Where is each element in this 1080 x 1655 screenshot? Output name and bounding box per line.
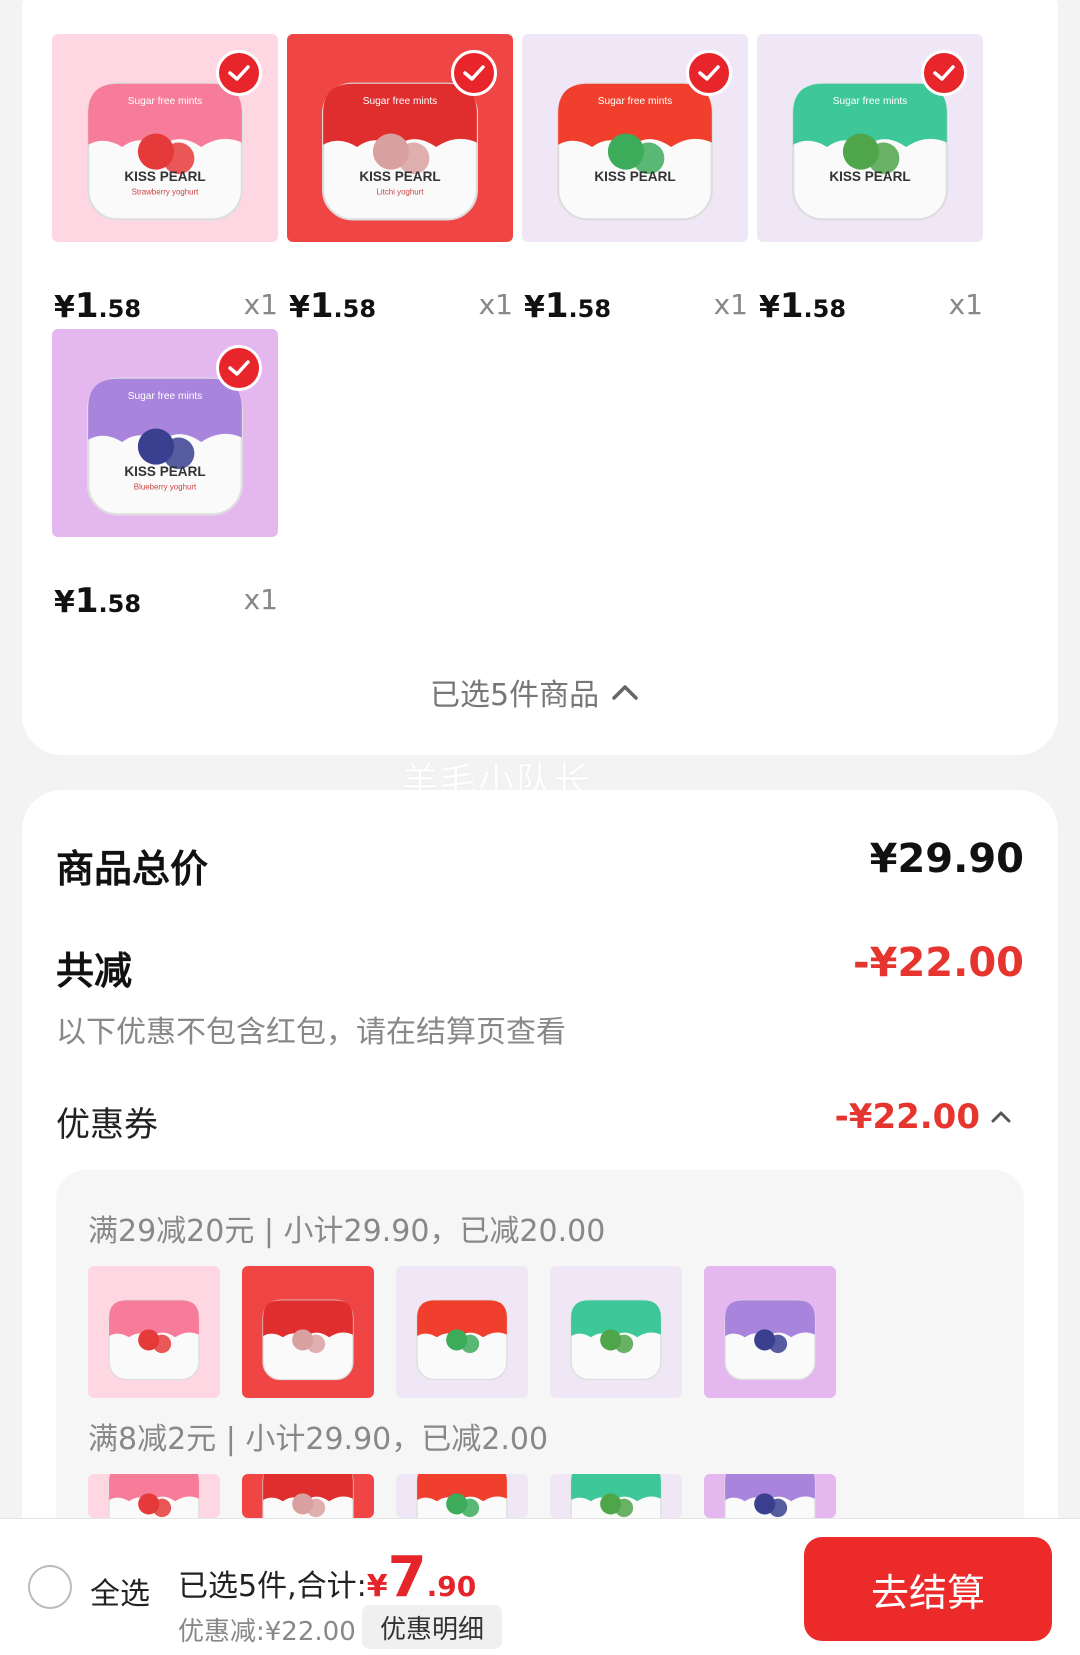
discount-detail-button[interactable]: 优惠明细 — [362, 1605, 503, 1649]
price-int: 1 — [544, 286, 569, 326]
select-all-radio[interactable] — [28, 1565, 72, 1609]
reduce-value: -¥22.00 — [853, 940, 1024, 986]
tin-brand-text: Sugar free mints — [833, 96, 908, 107]
price-dec: .58 — [98, 295, 142, 323]
tin-brand-text: Sugar free mints — [128, 96, 203, 107]
price-yen: ¥ — [54, 585, 75, 620]
chevron-up-icon — [991, 1111, 1011, 1123]
coupon-toggle[interactable]: -¥22.00 — [835, 1097, 1012, 1137]
coupon-label: 优惠券 — [56, 1105, 158, 1145]
discount-note: 以下优惠不包含红包，请在结算页查看 — [56, 1015, 566, 1050]
selected-count-label: 已选5件商品 — [430, 678, 600, 713]
tin-brand-text: Sugar free mints — [598, 96, 673, 107]
checkmark-icon[interactable] — [216, 345, 262, 391]
coupon-product-thumbnail — [242, 1266, 374, 1398]
product-quantity: x1 — [243, 288, 278, 321]
checkmark-icon[interactable] — [921, 50, 967, 96]
product-price: ¥1.58 — [289, 286, 376, 326]
coupon-product-thumbnail — [704, 1474, 836, 1518]
checkout-button[interactable]: 去结算 — [804, 1537, 1052, 1641]
total-label: 商品总价 — [56, 847, 209, 891]
coupon-product-thumbnail — [550, 1474, 682, 1518]
discount-amount: 优惠减:¥22.00 — [178, 1617, 356, 1647]
order-total-dec: .90 — [426, 1570, 477, 1603]
coupon-value: -¥22.00 — [834, 1097, 980, 1137]
coupon-product-thumbnail — [88, 1266, 220, 1398]
coupon-rule-2: 满8减2元 | 小计29.90，已减2.00 — [88, 1422, 549, 1457]
price-yen: ¥ — [289, 290, 310, 325]
tin-brand-text: Sugar free mints — [128, 391, 203, 402]
product-quantity: x1 — [948, 288, 983, 321]
tin-flavor-text: Blueberry yoghurt — [134, 483, 197, 492]
select-all-label[interactable]: 全选 — [90, 1569, 150, 1613]
product-price: ¥1.58 — [759, 286, 846, 326]
tin-flavor-text: Litchi yoghurt — [376, 188, 424, 197]
chevron-up-icon — [612, 685, 638, 700]
price-yen: ¥ — [54, 290, 75, 325]
price-dec: .58 — [333, 295, 377, 323]
tin-name-text: KISS PEARL — [359, 169, 440, 184]
tin-brand-text: Sugar free mints — [363, 96, 438, 107]
price-dec: .58 — [568, 295, 612, 323]
coupon-product-thumbnail — [396, 1266, 528, 1398]
checkout-bar: 全选 已选5件,合计:¥7.90 优惠减:¥22.00 优惠明细 去结算 — [0, 1518, 1080, 1655]
order-total-int: 7 — [387, 1545, 427, 1610]
selected-count-toggle[interactable]: 已选5件商品 — [430, 670, 639, 714]
product-quantity: x1 — [478, 288, 513, 321]
price-int: 1 — [74, 581, 99, 621]
product-quantity: x1 — [243, 583, 278, 616]
product-price: ¥1.58 — [54, 286, 141, 326]
product-price: ¥1.58 — [524, 286, 611, 326]
price-dec: .58 — [803, 295, 847, 323]
tin-name-text: KISS PEARL — [829, 169, 910, 184]
product-item[interactable]: Sugar free mints KISS PEARL Blueberry yogh… — [52, 329, 278, 621]
product-price: ¥1.58 — [54, 581, 141, 621]
product-item[interactable]: Sugar free mints KISS PEARL Strawberry yog… — [52, 34, 278, 326]
product-item[interactable]: Sugar free mints KISS PEARL Litchi yoghurt… — [287, 34, 513, 326]
order-total-currency: ¥ — [366, 1569, 388, 1604]
product-item[interactable]: Sugar free mints KISS PEARL ¥1.58 x1 — [522, 34, 748, 326]
tin-flavor-text: Strawberry yoghurt — [132, 188, 200, 197]
price-yen: ¥ — [759, 290, 780, 325]
coupon-rule-1: 满29减20元 | 小计29.90，已减20.00 — [88, 1214, 606, 1249]
checkmark-icon[interactable] — [216, 50, 262, 96]
tin-name-text: KISS PEARL — [124, 169, 205, 184]
coupon-product-thumbnail — [550, 1266, 682, 1398]
coupon-product-thumbnail — [242, 1474, 374, 1518]
tin-name-text: KISS PEARL — [594, 169, 675, 184]
price-int: 1 — [779, 286, 804, 326]
total-value: ¥29.90 — [869, 836, 1024, 882]
price-yen: ¥ — [524, 290, 545, 325]
coupon-product-thumbnail — [396, 1474, 528, 1518]
order-total-prefix: 已选5件,合计: — [178, 1569, 367, 1604]
checkmark-icon[interactable] — [686, 50, 732, 96]
price-int: 1 — [309, 286, 334, 326]
price-int: 1 — [74, 286, 99, 326]
product-item[interactable]: Sugar free mints KISS PEARL ¥1.58 x1 — [757, 34, 983, 326]
product-quantity: x1 — [713, 288, 748, 321]
coupon-product-thumbnail — [704, 1266, 836, 1398]
price-dec: .58 — [98, 590, 142, 618]
checkmark-icon[interactable] — [451, 50, 497, 96]
order-total: 已选5件,合计:¥7.90 — [178, 1545, 476, 1610]
coupon-product-thumbnail — [88, 1474, 220, 1518]
tin-name-text: KISS PEARL — [124, 464, 205, 479]
reduce-label: 共减 — [56, 949, 133, 993]
